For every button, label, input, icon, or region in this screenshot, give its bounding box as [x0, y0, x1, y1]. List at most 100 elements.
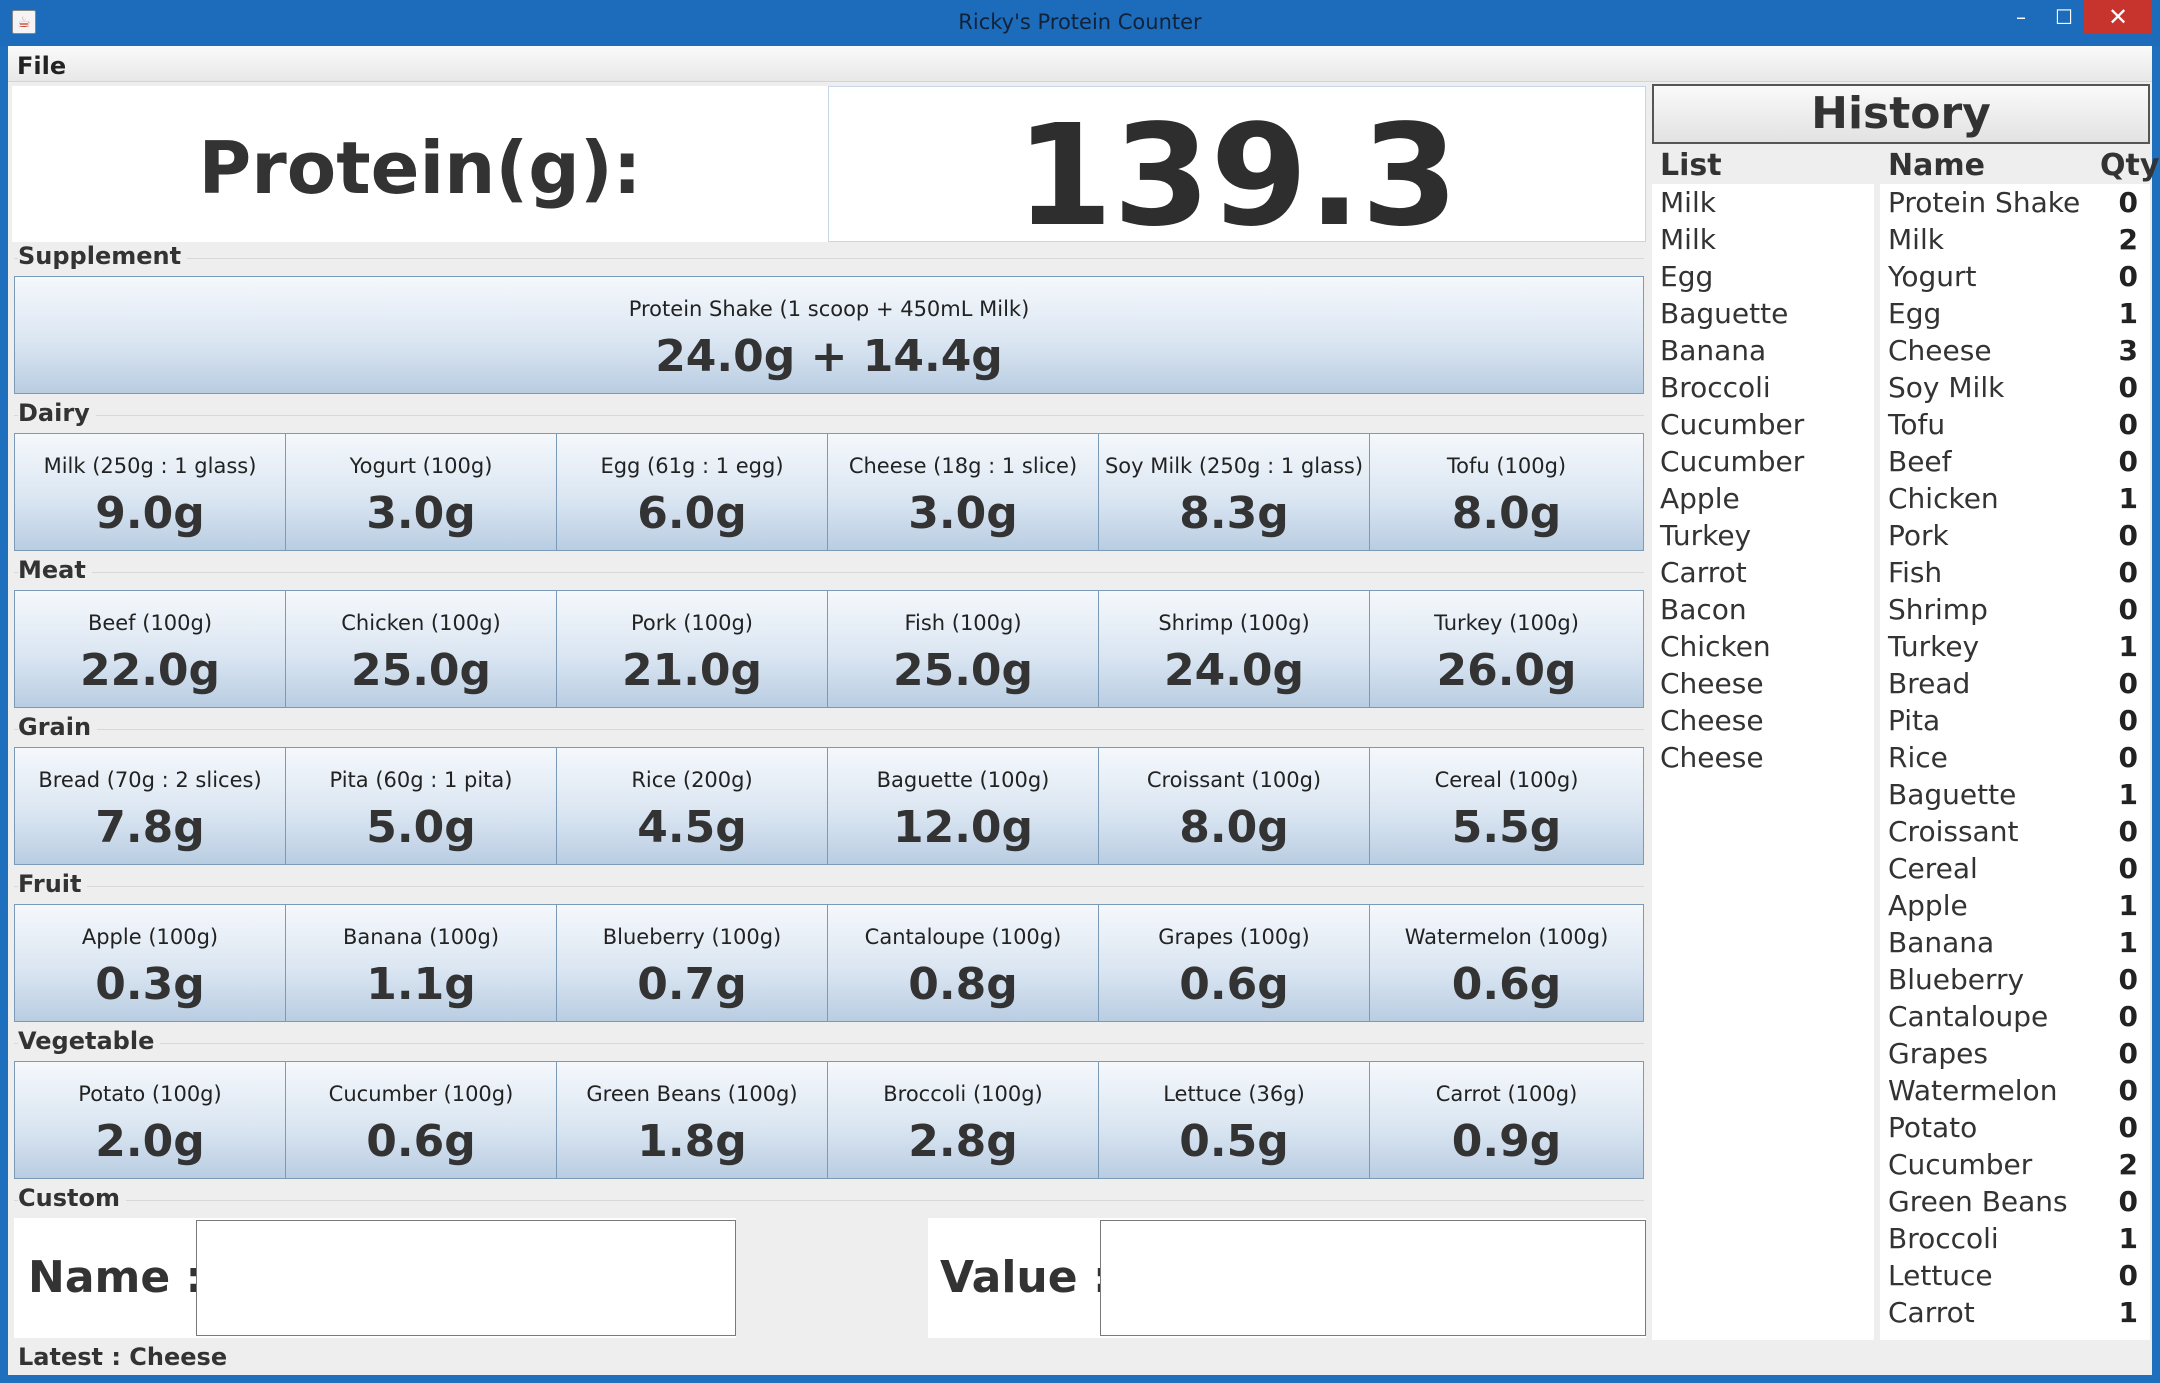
food-value: 0.9g: [1451, 1116, 1562, 1167]
food-button-potato[interactable]: Potato (100g) 2.0g: [14, 1061, 286, 1179]
food-name: Chicken (100g): [341, 611, 501, 635]
list-item[interactable]: Cheese: [1660, 739, 1764, 776]
count-qty: 0: [2118, 852, 2138, 885]
count-name: Potato: [1888, 1111, 1978, 1144]
food-name: Baguette (100g): [876, 768, 1050, 792]
food-value: 8.3g: [1179, 488, 1289, 539]
custom-name-input[interactable]: [196, 1220, 736, 1336]
food-button-croissant[interactable]: Croissant (100g) 8.0g: [1098, 747, 1370, 865]
list-item[interactable]: Milk: [1660, 184, 1716, 221]
food-button-apple[interactable]: Apple (100g) 0.3g: [14, 904, 286, 1022]
custom-value-input[interactable]: [1100, 1220, 1646, 1336]
food-button-tofu[interactable]: Tofu (100g) 8.0g: [1369, 433, 1644, 551]
list-item[interactable]: Cheese: [1660, 665, 1764, 702]
section-label: Custom: [18, 1184, 126, 1212]
food-button-shrimp[interactable]: Shrimp (100g) 24.0g: [1098, 590, 1370, 708]
section-label: Supplement: [18, 242, 188, 270]
close-button[interactable]: ✕: [2084, 0, 2152, 34]
custom-value-panel: Value :: [928, 1218, 1646, 1338]
list-item[interactable]: Apple: [1660, 480, 1740, 517]
food-button-grapes[interactable]: Grapes (100g) 0.6g: [1098, 904, 1370, 1022]
count-qty: 0: [2118, 1259, 2138, 1292]
food-button-yogurt[interactable]: Yogurt (100g) 3.0g: [285, 433, 557, 551]
list-item[interactable]: Banana: [1660, 332, 1766, 369]
food-name: Pita (60g : 1 pita): [329, 768, 513, 792]
custom-value-label: Value :: [940, 1252, 1111, 1303]
food-button-protein-shake[interactable]: Protein Shake (1 scoop + 450mL Milk) 24.…: [14, 276, 1644, 394]
food-button-soy-milk[interactable]: Soy Milk (250g : 1 glass) 8.3g: [1098, 433, 1370, 551]
protein-label: Protein(g):: [198, 126, 642, 210]
list-item[interactable]: Carrot: [1660, 554, 1747, 591]
food-button-chicken[interactable]: Chicken (100g) 25.0g: [285, 590, 557, 708]
count-qty: 0: [2118, 408, 2138, 441]
food-button-cheese[interactable]: Cheese (18g : 1 slice) 3.0g: [827, 433, 1099, 551]
section-divider: [14, 729, 1644, 730]
list-item[interactable]: Turkey: [1660, 517, 1751, 554]
main-window: File Protein(g): 139.3 Supplement Protei…: [8, 46, 2159, 1375]
food-name: Carrot (100g): [1435, 1082, 1578, 1106]
list-item[interactable]: Bacon: [1660, 591, 1747, 628]
food-button-turkey[interactable]: Turkey (100g) 26.0g: [1369, 590, 1644, 708]
maximize-button[interactable]: ☐: [2044, 0, 2084, 34]
count-name: Cantaloupe: [1888, 1000, 2049, 1033]
section-label: Vegetable: [18, 1027, 161, 1055]
food-button-carrot[interactable]: Carrot (100g) 0.9g: [1369, 1061, 1644, 1179]
food-button-banana[interactable]: Banana (100g) 1.1g: [285, 904, 557, 1022]
history-list[interactable]: Milk Milk Egg Baguette Banana Broccoli C…: [1652, 184, 1874, 1340]
food-button-lettuce[interactable]: Lettuce (36g) 0.5g: [1098, 1061, 1370, 1179]
list-item[interactable]: Cucumber: [1660, 406, 1804, 443]
count-name: Apple: [1888, 889, 1968, 922]
count-name: Protein Shake: [1888, 186, 2081, 219]
list-column-header: List: [1660, 148, 1722, 183]
food-button-cantaloupe[interactable]: Cantaloupe (100g) 0.8g: [827, 904, 1099, 1022]
food-value: 4.5g: [637, 802, 747, 853]
food-button-pita[interactable]: Pita (60g : 1 pita) 5.0g: [285, 747, 557, 865]
list-item[interactable]: Baguette: [1660, 295, 1788, 332]
count-name: Banana: [1888, 926, 1995, 959]
count-qty: 0: [2118, 741, 2138, 774]
count-name: Soy Milk: [1888, 371, 2005, 404]
food-value: 7.8g: [95, 802, 205, 853]
section-divider: [14, 258, 1644, 259]
food-button-broccoli[interactable]: Broccoli (100g) 2.8g: [827, 1061, 1099, 1179]
food-button-pork[interactable]: Pork (100g) 21.0g: [556, 590, 828, 708]
food-button-cucumber[interactable]: Cucumber (100g) 0.6g: [285, 1061, 557, 1179]
food-value: 25.0g: [892, 645, 1034, 696]
history-panel: History List Name Qty Milk Milk Egg Bagu…: [1652, 84, 2159, 1374]
food-value: 3.0g: [908, 488, 1018, 539]
food-button-fish[interactable]: Fish (100g) 25.0g: [827, 590, 1099, 708]
list-item[interactable]: Milk: [1660, 221, 1716, 258]
food-button-bread[interactable]: Bread (70g : 2 slices) 7.8g: [14, 747, 286, 865]
food-button-green-beans[interactable]: Green Beans (100g) 1.8g: [556, 1061, 828, 1179]
food-button-rice[interactable]: Rice (200g) 4.5g: [556, 747, 828, 865]
food-button-baguette[interactable]: Baguette (100g) 12.0g: [827, 747, 1099, 865]
food-value: 0.3g: [95, 959, 205, 1010]
count-qty: 0: [2118, 1000, 2138, 1033]
food-button-blueberry[interactable]: Blueberry (100g) 0.7g: [556, 904, 828, 1022]
food-name: Fish (100g): [904, 611, 1022, 635]
menu-file[interactable]: File: [17, 52, 66, 80]
food-button-watermelon[interactable]: Watermelon (100g) 0.6g: [1369, 904, 1644, 1022]
food-button-cereal[interactable]: Cereal (100g) 5.5g: [1369, 747, 1644, 865]
list-item[interactable]: Cucumber: [1660, 443, 1804, 480]
section-grain: Grain Bread (70g : 2 slices) 7.8g Pita (6…: [14, 713, 1644, 871]
food-button-beef[interactable]: Beef (100g) 22.0g: [14, 590, 286, 708]
food-value: 25.0g: [350, 645, 492, 696]
count-qty: 0: [2118, 815, 2138, 848]
section-divider: [14, 572, 1644, 573]
minimize-button[interactable]: –: [1998, 0, 2044, 34]
list-item[interactable]: Chicken: [1660, 628, 1771, 665]
food-value: 1.1g: [366, 959, 476, 1010]
food-name: Apple (100g): [81, 925, 219, 949]
list-item[interactable]: Cheese: [1660, 702, 1764, 739]
count-name: Cucumber: [1888, 1148, 2033, 1181]
count-name: Beef: [1888, 445, 1952, 478]
food-value: 24.0g + 14.4g: [655, 331, 1003, 382]
list-item[interactable]: Broccoli: [1660, 369, 1771, 406]
count-qty: 0: [2118, 519, 2138, 552]
section-label: Dairy: [18, 399, 96, 427]
list-item[interactable]: Egg: [1660, 258, 1713, 295]
food-button-milk[interactable]: Milk (250g : 1 glass) 9.0g: [14, 433, 286, 551]
food-button-egg[interactable]: Egg (61g : 1 egg) 6.0g: [556, 433, 828, 551]
count-name: Blueberry: [1888, 963, 2025, 996]
